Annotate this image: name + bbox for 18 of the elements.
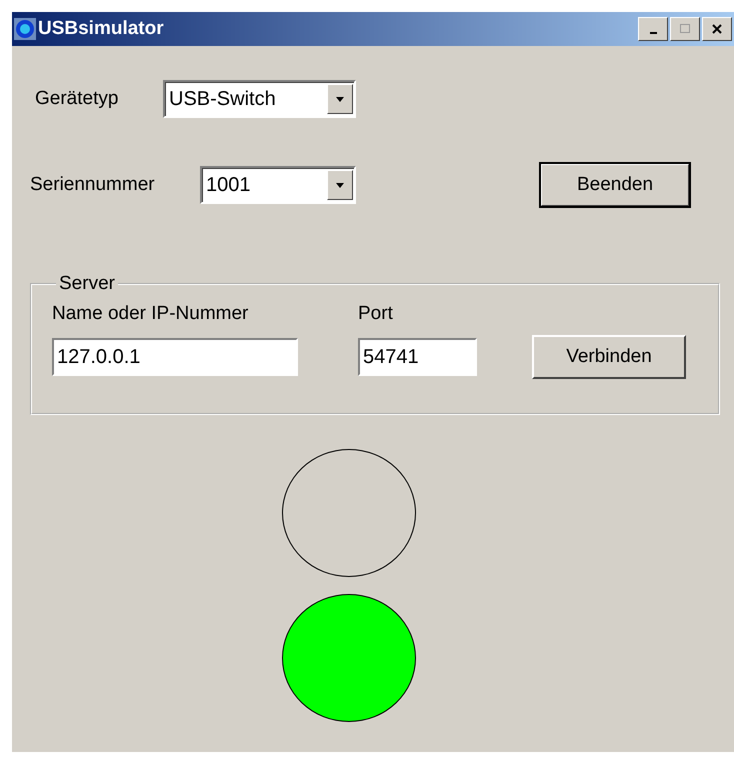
- serial-number-dropdown[interactable]: 1001: [200, 166, 356, 204]
- maximize-button[interactable]: [670, 17, 700, 41]
- maximize-icon: [677, 22, 693, 36]
- host-label: Name oder IP-Nummer: [52, 303, 250, 325]
- device-type-dropdown[interactable]: USB-Switch: [163, 80, 356, 118]
- app-icon: [14, 18, 36, 40]
- window-title: USBsimulator: [38, 18, 165, 40]
- host-input[interactable]: 127.0.0.1: [52, 338, 298, 376]
- exit-button[interactable]: Beenden: [540, 163, 690, 207]
- groupbox-title: Server: [58, 273, 116, 295]
- connect-button[interactable]: Verbinden: [532, 335, 686, 379]
- device-type-label: Gerätetyp: [35, 88, 120, 110]
- port-input[interactable]: 54741: [358, 338, 477, 376]
- minimize-icon: [650, 32, 656, 34]
- port-label: Port: [358, 303, 394, 325]
- close-button[interactable]: [702, 17, 732, 41]
- minimize-button[interactable]: [638, 17, 668, 41]
- serial-number-label: Seriennummer: [30, 174, 156, 196]
